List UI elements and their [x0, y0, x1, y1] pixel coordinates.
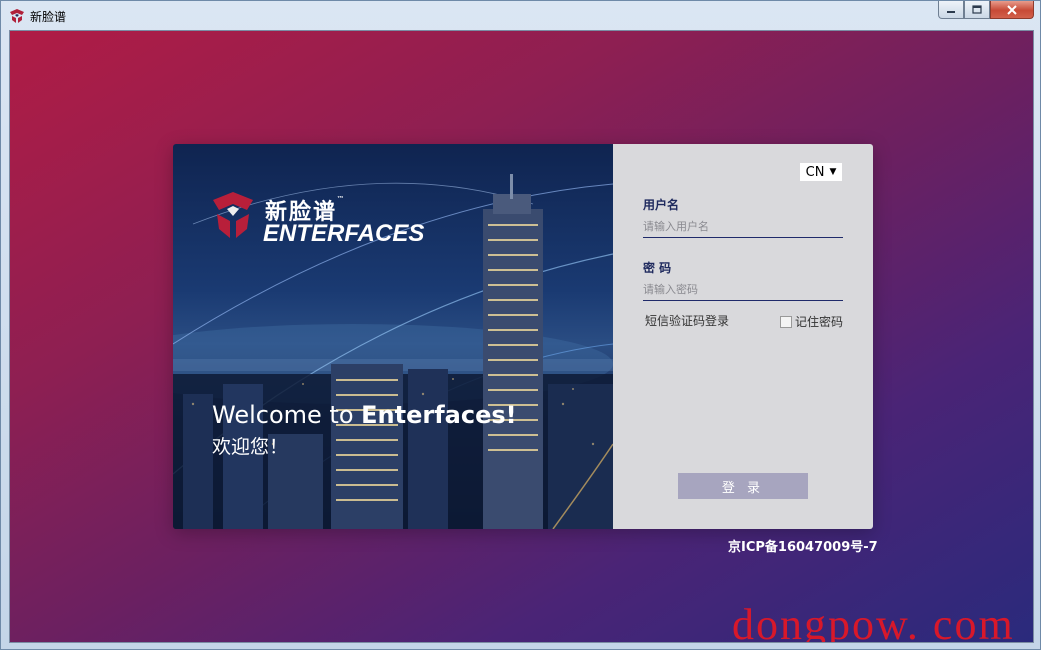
app-window: 新脸谱 新脸谱™ ENTERFACES Welcome to Enterface… — [0, 0, 1041, 650]
welcome-subtitle: 欢迎您！ — [212, 436, 289, 458]
icp-license: 京ICP备16047009号-7 — [728, 540, 878, 555]
maximize-button[interactable] — [964, 1, 990, 19]
minimize-button[interactable] — [938, 1, 964, 19]
password-input[interactable] — [643, 278, 843, 301]
login-button[interactable]: 登 录 — [678, 473, 808, 499]
username-label: 用户名 — [643, 198, 680, 212]
hero-panel: 新脸谱™ ENTERFACES Welcome to Enterfaces! 欢… — [173, 144, 613, 529]
remember-label: 记住密码 — [795, 315, 844, 329]
welcome-heading: Welcome to Enterfaces! — [212, 401, 517, 429]
close-button[interactable] — [990, 1, 1034, 19]
maximize-icon — [972, 5, 982, 14]
minimize-icon — [947, 10, 955, 13]
remember-checkbox[interactable] — [780, 315, 792, 328]
enterfaces-logo-icon — [213, 192, 253, 238]
username-input[interactable] — [643, 215, 843, 238]
app-logo-icon — [10, 9, 24, 23]
sms-login-link[interactable]: 短信验证码登录 — [645, 312, 729, 329]
chevron-down-icon: ▼ — [829, 167, 837, 177]
watermark: dongpow. com — [732, 600, 1015, 643]
title-bar[interactable]: 新脸谱 — [1, 1, 1040, 30]
language-value: CN — [805, 164, 825, 180]
client-area: 新脸谱™ ENTERFACES Welcome to Enterfaces! 欢… — [9, 30, 1034, 643]
window-controls — [938, 1, 1034, 21]
login-form: CN ▼ 用户名 密 码 短信验证码登录 记住密码 登 录 — [613, 144, 873, 529]
window-title: 新脸谱 — [30, 10, 67, 24]
language-select[interactable]: CN ▼ — [800, 163, 842, 181]
login-card: 新脸谱™ ENTERFACES Welcome to Enterfaces! 欢… — [173, 144, 873, 529]
close-icon — [1007, 4, 1017, 15]
password-label: 密 码 — [643, 261, 672, 275]
brand-name-en: ENTERFACES — [263, 220, 425, 247]
remember-password[interactable]: 记住密码 — [780, 313, 843, 330]
